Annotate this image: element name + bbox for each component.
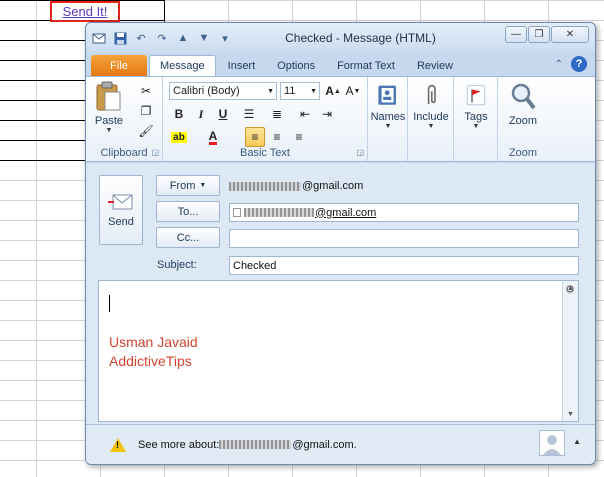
- paste-icon: [96, 81, 121, 111]
- zoom-label: Zoom: [508, 147, 538, 159]
- signature: Usman Javaid AddictiveTips: [109, 333, 198, 371]
- italic-icon[interactable]: I: [191, 104, 211, 124]
- signature-site: AddictiveTips: [109, 353, 192, 369]
- magnifier-icon: [511, 83, 536, 110]
- font-size-combo[interactable]: 11 ▼: [280, 82, 320, 100]
- include-button[interactable]: Include ▼: [411, 83, 451, 130]
- window-controls: — ❐ ✕: [505, 26, 589, 43]
- bullets-icon[interactable]: ☰: [239, 104, 259, 124]
- copy-icon[interactable]: ❐: [136, 101, 156, 121]
- redacted-text: [244, 208, 314, 217]
- address-book-icon: [378, 85, 396, 105]
- minimize-button[interactable]: —: [505, 26, 527, 43]
- help-icon[interactable]: ?: [571, 56, 587, 72]
- expand-people-pane-icon[interactable]: ▲: [573, 437, 581, 446]
- clipboard-group: Paste ▼ ✂ ❐ 🖌 Clipboard ◲: [86, 77, 163, 161]
- numbering-icon[interactable]: ≣: [267, 104, 287, 124]
- send-it-cell[interactable]: Send It!: [50, 1, 120, 22]
- title-bar: ↶ ↷ ▲ ▼ ▾ Checked - Message (HTML) — ❐ ✕: [86, 23, 595, 53]
- bold-icon[interactable]: B: [169, 104, 189, 124]
- ruler-icon[interactable]: ⚙: [565, 283, 575, 296]
- basic-text-group: Calibri (Body) ▼ 11 ▼ A ▲ A ▼ B I U ☰ ≣ ⇤ ⇥ …: [163, 77, 368, 161]
- maximize-button[interactable]: ❐: [528, 26, 550, 43]
- tags-group: Tags ▼: [454, 77, 498, 161]
- paperclip-icon: [427, 84, 436, 104]
- subject-label: Subject:: [157, 259, 197, 271]
- names-button[interactable]: Names ▼: [370, 83, 406, 130]
- people-pane: ! See more about: @gmail.com. ▲: [86, 424, 595, 464]
- from-button[interactable]: From ▼: [156, 175, 220, 196]
- signature-name: Usman Javaid: [109, 334, 198, 350]
- tab-message[interactable]: Message: [149, 55, 216, 76]
- shrink-font-icon[interactable]: A ▼: [343, 81, 363, 101]
- scroll-down-icon[interactable]: ▼: [563, 407, 578, 421]
- ribbon-tabs: File Message Insert Options Format Text …: [86, 53, 595, 76]
- to-field[interactable]: @gmail.com: [229, 203, 579, 222]
- names-group: Names ▼: [368, 77, 408, 161]
- basic-text-launcher-icon[interactable]: ◲: [356, 148, 364, 157]
- align-right-icon[interactable]: ≡: [289, 127, 309, 147]
- cut-icon[interactable]: ✂: [136, 81, 156, 101]
- contact-icon: [233, 208, 241, 217]
- send-it-link[interactable]: Send It!: [63, 4, 108, 19]
- tab-file[interactable]: File: [91, 55, 147, 76]
- compose-area: Send From ▼ @gmail.com To... @gmail.com C…: [86, 163, 595, 424]
- ribbon: Paste ▼ ✂ ❐ 🖌 Clipboard ◲ Calibri (Body)…: [86, 76, 595, 162]
- align-center-icon[interactable]: ≡: [267, 127, 287, 147]
- include-group: Include ▼: [408, 77, 454, 161]
- message-body[interactable]: Usman Javaid AddictiveTips ▲ ▼ ⚙: [98, 280, 579, 422]
- highlight-icon[interactable]: ab: [169, 127, 189, 147]
- avatar[interactable]: [539, 430, 565, 456]
- tab-format-text[interactable]: Format Text: [327, 55, 405, 76]
- decrease-indent-icon[interactable]: ⇤: [295, 104, 315, 124]
- warning-icon: !: [110, 437, 126, 452]
- paste-button[interactable]: Paste ▼: [94, 81, 124, 134]
- tab-options[interactable]: Options: [267, 55, 325, 76]
- vertical-scrollbar[interactable]: ▲ ▼: [562, 281, 578, 421]
- redacted-text: [219, 440, 292, 449]
- tab-insert[interactable]: Insert: [218, 55, 266, 76]
- cc-field[interactable]: [229, 229, 579, 248]
- minimize-ribbon-icon[interactable]: ⌃: [555, 59, 563, 70]
- paste-dropdown-icon[interactable]: ▼: [106, 127, 113, 134]
- flag-icon: [466, 85, 486, 106]
- cc-button[interactable]: Cc...: [156, 227, 220, 248]
- redacted-text: [229, 181, 301, 191]
- tab-review[interactable]: Review: [407, 55, 463, 76]
- from-address: @gmail.com: [229, 180, 363, 192]
- tags-button[interactable]: Tags ▼: [457, 83, 495, 130]
- clipboard-launcher-icon[interactable]: ◲: [151, 148, 159, 157]
- outlook-message-window: ↶ ↷ ▲ ▼ ▾ Checked - Message (HTML) — ❐ ✕…: [85, 22, 596, 465]
- zoom-group: Zoom Zoom: [498, 77, 548, 161]
- grow-font-icon[interactable]: A ▲: [323, 81, 343, 101]
- close-button[interactable]: ✕: [551, 26, 589, 43]
- to-button[interactable]: To...: [156, 201, 220, 222]
- subject-field[interactable]: Checked: [229, 256, 579, 275]
- send-mail-icon: [108, 194, 133, 210]
- font-color-icon[interactable]: A: [203, 127, 223, 147]
- increase-indent-icon[interactable]: ⇥: [317, 104, 337, 124]
- font-name-combo[interactable]: Calibri (Body) ▼: [169, 82, 277, 100]
- zoom-button[interactable]: Zoom: [504, 81, 542, 127]
- align-left-icon[interactable]: ≡: [245, 127, 265, 147]
- underline-icon[interactable]: U: [213, 104, 233, 124]
- text-cursor: [109, 295, 110, 312]
- send-button[interactable]: Send: [99, 175, 143, 245]
- format-painter-icon[interactable]: 🖌: [136, 121, 156, 141]
- basic-text-label: Basic Text: [240, 147, 290, 159]
